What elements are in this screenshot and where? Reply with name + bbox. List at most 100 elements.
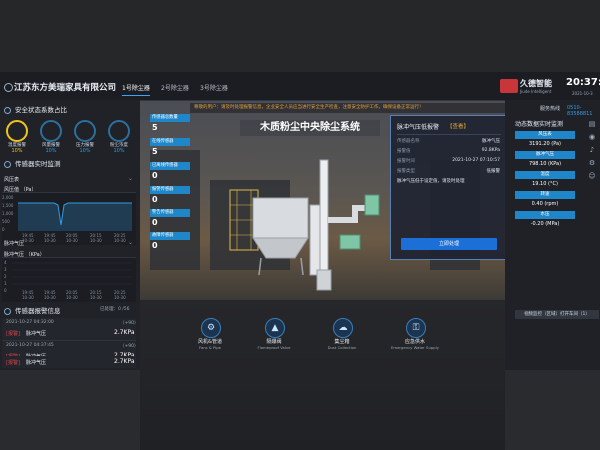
- cloud-icon: ☁: [333, 318, 353, 338]
- chart1-xtick: 20:25 10-30: [114, 233, 126, 243]
- bell-icon[interactable]: ♪: [588, 146, 596, 154]
- metric-rotation-label: 转速: [515, 191, 575, 199]
- ring-temperature: 温度报警 10%: [4, 120, 30, 154]
- chart2-area: 4 3 2 1 0 19:45 10-30 19:45 10-30 20:05 10-…: [2, 257, 136, 302]
- popup-value: 2021-10-27 07:10:57: [452, 158, 500, 163]
- chart2-ytick: 1: [4, 281, 7, 286]
- alarm-info-title: 传感器报警信息: [4, 305, 61, 315]
- brand-subtitle: Jiude Intelligent: [520, 89, 552, 94]
- tab-collector-1[interactable]: 1号除尘器: [122, 83, 150, 96]
- metric-temperature-label: 温度: [515, 171, 575, 179]
- sensor-monitor-title: 传感器实时监测: [4, 158, 61, 168]
- stat-fault-label: 故障传感器: [150, 232, 190, 240]
- quick-flameproof-valve[interactable]: ▲ 隔爆阀 Flameproof Valve: [244, 318, 304, 350]
- chart1-ytick: 2,000: [2, 195, 14, 200]
- chart2-xtick: 20:05 10-30: [66, 290, 78, 300]
- water-icon: ⚿: [406, 318, 426, 338]
- chart1-xtick: 19:45 10-30: [44, 233, 56, 243]
- popup-key: 报警类型: [397, 169, 415, 174]
- dust-collector-illustration: [229, 159, 380, 291]
- alarm-popup: 脉冲气压低报警 【查看】 传感器名称 脉冲气压 报警值 92.8KPa 报警时间…: [390, 115, 507, 260]
- tab-collector-3[interactable]: 3号除尘器: [200, 83, 228, 92]
- alarm-tag: [报警]: [6, 331, 20, 337]
- tab-collector-2[interactable]: 2号除尘器: [161, 83, 189, 92]
- popup-view-link[interactable]: 【查看】: [447, 122, 469, 130]
- chart2-tab[interactable]: 脉冲气压: [4, 240, 24, 247]
- quick-emergency-water[interactable]: ⚿ 应急供水 Emergency Water Supply: [385, 318, 445, 350]
- ring-dust-value: 10%: [113, 148, 125, 154]
- stat-offline-value: 0: [152, 171, 158, 180]
- stat-warning-value: 0: [152, 218, 158, 227]
- popup-key: 报警时间: [397, 159, 415, 164]
- ring-temperature-value: 10%: [11, 148, 23, 154]
- chart2-xtick: 19:45 10-30: [22, 290, 34, 300]
- popup-message: 脉冲气压低于设定值，请及时处理: [397, 179, 465, 184]
- stat-alarm-label: 报警传感器: [150, 186, 190, 194]
- ring-pressure: 压力报警 10%: [72, 120, 98, 154]
- user-icon[interactable]: ☺: [588, 172, 596, 180]
- chart1-area: 2,000 1,500 1,000 500 0 19:45 10-30 19:45…: [2, 192, 136, 245]
- alarm-list-item[interactable]: 2021-10-27 04:32:00 （+90） [报警] 脉冲气压 2.7K…: [2, 318, 139, 341]
- chart1-ytick: 500: [2, 219, 10, 224]
- ring-dust-gauge: [108, 120, 130, 142]
- quick-fans-pipe-label: 风机&管道: [198, 339, 222, 345]
- popup-value: 92.8KPa: [481, 148, 500, 153]
- system-title: 木质粉尘中央除尘系统: [240, 120, 380, 136]
- sensor-icon[interactable]: ◉: [588, 133, 596, 141]
- chart1-dropdown-icon[interactable]: ⌄: [128, 175, 133, 182]
- stat-total-value: 5: [152, 123, 158, 132]
- chart2-dropdown-icon[interactable]: ⌄: [128, 239, 133, 246]
- ring-temperature-gauge: [6, 120, 28, 142]
- popup-value: 脉冲气压: [482, 139, 500, 144]
- chart1-xtick: 20:05 10-30: [66, 233, 78, 243]
- chart2-ytick: 2: [4, 274, 7, 279]
- popup-value: 低报警: [486, 169, 501, 174]
- side-toolbar: ▤ ◉ ♪ ⚙ ☺: [588, 120, 598, 185]
- chart1-tab[interactable]: 风压表: [4, 176, 19, 183]
- stat-warning-label: 警告传感器: [150, 209, 190, 217]
- brand-name: 久德智能: [520, 79, 552, 88]
- chart1-ytick: 1,500: [2, 203, 14, 208]
- ring-pressure-value: 10%: [79, 148, 91, 154]
- popup-key: 传感器名称: [397, 139, 420, 144]
- ring-airflow: 风量报警 10%: [38, 120, 64, 154]
- quick-emergency-water-label: 应急供水: [404, 339, 425, 345]
- alarm-name: 脉冲气压: [26, 360, 47, 366]
- stat-online-value: 5: [152, 147, 158, 156]
- alarm-list-item[interactable]: [报警] 脉冲气压 2.7KPa: [2, 356, 136, 368]
- alarm-level: （+90）: [120, 344, 139, 349]
- popup-key: 报警值: [397, 149, 411, 154]
- gear-icon[interactable]: ⚙: [588, 159, 596, 167]
- alarm-value: 2.7KPa: [114, 358, 135, 365]
- company-logo-icon: [4, 83, 13, 92]
- quick-fans-pipe[interactable]: ⚙ 风机&管道 Fans & Pipe: [180, 318, 240, 350]
- top-background: [0, 0, 600, 72]
- metric-pulse-pressure-value: 798.10 (KPa): [528, 161, 562, 167]
- chart2-ytick: 0: [4, 288, 7, 293]
- brand-logo-icon: [500, 79, 518, 93]
- video-monitor-button[interactable]: 视频监控（区域）打开车间（1）: [515, 310, 599, 319]
- notice-banner: 尊敬的用户：请及时处理报警信息，企业安全人员应当进行安全生产检查，注意安全防护工…: [190, 103, 518, 113]
- alarm-time: 2021-10-27 04:37:45: [6, 343, 54, 348]
- quick-flameproof-valve-label: 隔爆阀: [266, 339, 282, 345]
- chart1-line: [18, 202, 132, 231]
- metric-wind-pressure-label: 风压表: [515, 131, 575, 139]
- chart2-ytick: 3: [4, 267, 7, 272]
- handle-now-button[interactable]: 立即处理: [401, 238, 497, 250]
- chart2-xtick: 20:25 10-30: [114, 290, 126, 300]
- quick-dust-collection[interactable]: ☁ 集尘箱 Dust Collection: [312, 318, 372, 350]
- alarm-count: 已处理：0 /56: [100, 307, 130, 312]
- flame-icon: ▲: [265, 318, 285, 338]
- company-name: 江苏东方美瑞家具有限公司: [14, 83, 117, 93]
- metric-water-pressure-label: 水压: [515, 211, 575, 219]
- stat-offline-label: 已离线传感器: [150, 162, 190, 170]
- chart-icon[interactable]: ▤: [588, 120, 596, 128]
- stat-alarm-value: 0: [152, 195, 158, 204]
- stat-total-label: 传感器总数量: [150, 114, 190, 122]
- alarm-value: 2.7KPa: [114, 329, 135, 336]
- quick-dust-collection-label: 集尘箱: [334, 339, 350, 345]
- clock-date: 2021-10-3: [572, 91, 593, 96]
- ring-airflow-value: 10%: [45, 148, 57, 154]
- alarm-name: 脉冲气压: [26, 331, 47, 337]
- dynamic-monitor-title: 动态数据实时监测: [515, 121, 564, 128]
